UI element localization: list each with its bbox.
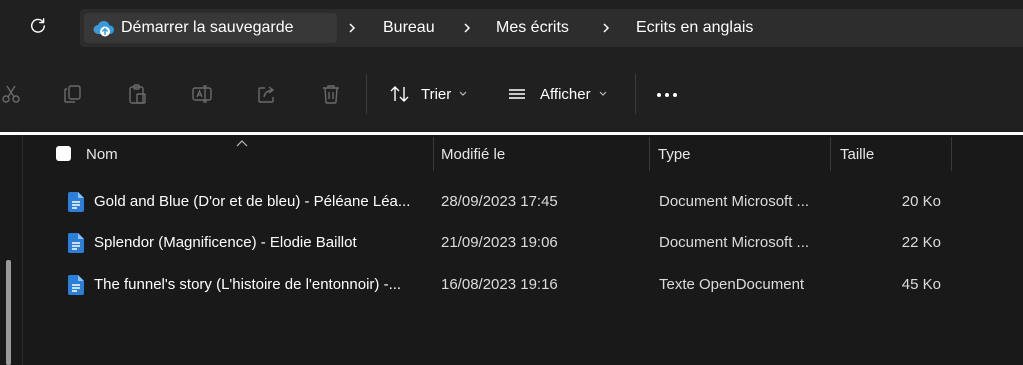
breadcrumb-item-ecrits-en-anglais[interactable]: Ecrits en anglais bbox=[636, 18, 753, 38]
paste-icon[interactable] bbox=[126, 83, 148, 105]
odt-document-icon bbox=[68, 275, 84, 295]
file-name: The funnel's story (L'histoire de l'ento… bbox=[94, 276, 402, 293]
toolbar-divider bbox=[366, 74, 367, 114]
word-document-icon bbox=[68, 192, 84, 212]
cut-icon[interactable] bbox=[0, 83, 22, 105]
breadcrumb-item-mes-ecrits[interactable]: Mes écrits bbox=[496, 18, 569, 38]
navigation-scrollbar[interactable] bbox=[6, 260, 11, 365]
file-modified: 28/09/2023 17:45 bbox=[441, 193, 558, 210]
share-icon[interactable] bbox=[256, 83, 278, 105]
refresh-icon[interactable] bbox=[26, 14, 50, 38]
file-size: 45 Ko bbox=[901, 276, 941, 293]
sort-icon bbox=[390, 86, 409, 102]
file-name: Gold and Blue (D'or et de bleu) - Péléan… bbox=[94, 193, 411, 210]
column-size[interactable]: Taille bbox=[840, 146, 874, 164]
chevron-down-icon bbox=[599, 91, 607, 96]
breadcrumb-item-bureau[interactable]: Bureau bbox=[383, 18, 435, 38]
column-divider[interactable] bbox=[433, 137, 434, 171]
cloud-backup-icon bbox=[93, 20, 115, 37]
chevron-right-icon[interactable] bbox=[345, 18, 359, 38]
file-type: Document Microsoft ... bbox=[659, 193, 810, 210]
file-size: 22 Ko bbox=[901, 234, 941, 251]
select-all-checkbox[interactable] bbox=[56, 146, 71, 161]
navigation-pane bbox=[0, 135, 23, 365]
toolbar-divider bbox=[635, 74, 636, 114]
column-name[interactable]: Nom bbox=[86, 146, 118, 164]
address-bar: Démarrer la sauvegarde Bureau Mes écrits… bbox=[0, 0, 1023, 56]
file-row[interactable]: Gold and Blue (D'or et de bleu) - Péléan… bbox=[22, 182, 1023, 222]
file-row[interactable]: The funnel's story (L'histoire de l'ento… bbox=[22, 265, 1023, 305]
breadcrumb-label: Démarrer la sauvegarde bbox=[121, 19, 294, 36]
delete-icon[interactable] bbox=[320, 83, 342, 105]
chevron-right-icon[interactable] bbox=[460, 18, 474, 38]
file-type: Document Microsoft ... bbox=[659, 234, 810, 251]
sort-label: Trier bbox=[421, 85, 452, 103]
column-modified[interactable]: Modifié le bbox=[441, 146, 505, 164]
chevron-down-icon bbox=[459, 91, 467, 96]
column-type[interactable]: Type bbox=[658, 146, 691, 164]
view-button[interactable]: Afficher bbox=[507, 80, 607, 108]
sort-button[interactable]: Trier bbox=[388, 80, 467, 108]
view-label: Afficher bbox=[540, 85, 591, 103]
file-size: 20 Ko bbox=[901, 193, 941, 210]
command-bar: Trier Afficher bbox=[0, 56, 1023, 132]
breadcrumb-item-backup[interactable]: Démarrer la sauvegarde bbox=[84, 13, 337, 43]
more-options-icon[interactable] bbox=[657, 87, 681, 103]
file-name: Splendor (Magnificence) - Elodie Baillot bbox=[94, 234, 357, 251]
file-modified: 21/09/2023 19:06 bbox=[441, 234, 558, 251]
breadcrumb[interactable]: Démarrer la sauvegarde Bureau Mes écrits… bbox=[80, 9, 1023, 47]
column-divider[interactable] bbox=[951, 137, 952, 171]
column-divider[interactable] bbox=[830, 137, 831, 171]
file-row[interactable]: Splendor (Magnificence) - Elodie Baillot… bbox=[22, 223, 1023, 263]
file-modified: 16/08/2023 19:16 bbox=[441, 276, 558, 293]
file-type: Texte OpenDocument bbox=[659, 276, 805, 293]
copy-icon[interactable] bbox=[62, 83, 84, 105]
rename-icon[interactable] bbox=[191, 83, 213, 105]
word-document-icon bbox=[68, 233, 84, 253]
column-divider[interactable] bbox=[649, 137, 650, 171]
sort-ascending-caret-icon bbox=[236, 140, 248, 147]
chevron-right-icon[interactable] bbox=[599, 18, 613, 38]
view-lines-icon bbox=[509, 89, 525, 99]
